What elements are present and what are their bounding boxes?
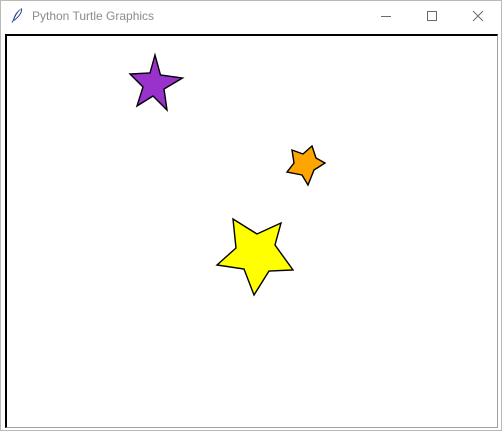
turtle-window: Python Turtle Graphics xyxy=(0,0,502,431)
turtle-canvas-frame xyxy=(5,34,498,428)
close-icon xyxy=(472,10,484,22)
maximize-button[interactable] xyxy=(409,1,455,31)
turtle-canvas[interactable] xyxy=(7,36,497,427)
close-button[interactable] xyxy=(455,1,501,31)
feather-icon xyxy=(9,7,25,23)
purple-star xyxy=(128,52,185,112)
yellow-star xyxy=(215,217,295,297)
window-title: Python Turtle Graphics xyxy=(32,9,155,23)
title-bar[interactable]: Python Turtle Graphics xyxy=(1,1,501,31)
maximize-icon xyxy=(427,11,437,21)
minimize-icon xyxy=(381,16,391,17)
orange-star xyxy=(285,144,327,187)
drawing-surface xyxy=(128,52,327,297)
minimize-button[interactable] xyxy=(363,1,409,31)
